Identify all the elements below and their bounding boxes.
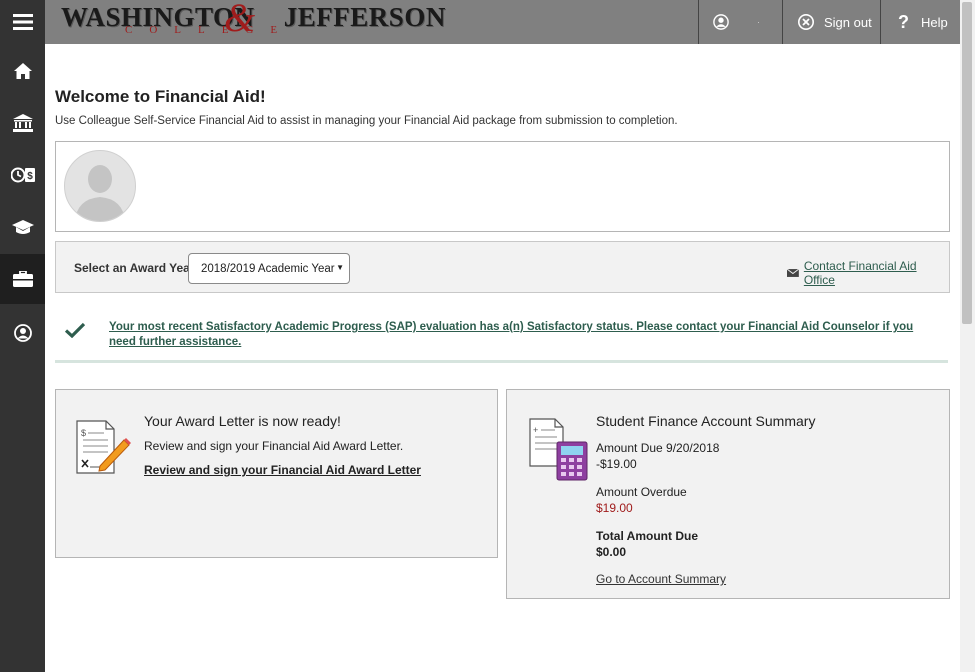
award-year-selected: 2018/2019 Academic Year [201,263,335,275]
sidebar-item-home[interactable] [0,46,45,96]
award-letter-link[interactable]: Review and sign your Financial Aid Award… [144,463,421,477]
amount-overdue-label: Amount Overdue [596,485,687,499]
svg-text:+: + [533,425,538,435]
hamburger-icon [12,14,33,30]
user-name: · [757,17,760,27]
sidebar-item-employment[interactable] [0,254,45,304]
divider [880,0,881,44]
award-year-bar: Select an Award Year: 2018/2019 Academic… [55,241,950,293]
amount-due-value: -$19.00 [596,457,637,471]
help-button[interactable]: ? Help [898,0,948,44]
svg-text:$: $ [81,428,86,438]
scrollbar-thumb[interactable] [962,2,972,324]
total-due-label: Total Amount Due [596,529,698,543]
award-letter-title: Your Award Letter is now ready! [144,413,341,429]
divider [782,0,783,44]
avatar [64,150,136,222]
sidebar-item-profile[interactable] [0,308,45,358]
briefcase-icon [12,271,33,287]
award-letter-card: $ Your Award Letter is now ready! Review… [55,389,498,558]
bank-icon [12,114,33,132]
user-circle-icon [13,324,32,342]
account-summary-card: + Student Finance Account Summary Amount… [506,389,950,599]
award-letter-description: Review and sign your Financial Aid Award… [144,439,404,453]
question-icon: ? [898,11,909,32]
divider [698,0,699,44]
contact-financial-aid-link[interactable]: Contact Financial Aid Office [804,259,949,287]
contact-office: Contact Financial Aid Office [787,259,949,287]
user-circle-icon [713,14,729,30]
graduation-cap-icon [11,220,34,234]
svg-text:$: $ [27,171,33,182]
award-year-label: Select an Award Year: [74,261,199,275]
logo-college: COLLEGE [125,24,295,36]
help-label: Help [921,14,948,30]
hamburger-menu-button[interactable] [0,0,45,44]
award-letter-icon: $ [76,420,131,474]
sidebar-item-academics[interactable] [0,202,45,252]
page-title: Welcome to Financial Aid! [55,87,266,106]
top-bar: WASHINGTON JEFFERSON & COLLEGE · Sign ou… [45,0,960,44]
total-due-value: $0.00 [596,545,627,559]
account-summary-title: Student Finance Account Summary [596,413,816,429]
amount-due-label: Amount Due 9/20/2018 [596,441,720,455]
sign-out-label: Sign out [824,14,872,30]
checkmark-icon [65,322,85,338]
sap-status-banner: Your most recent Satisfactory Academic P… [55,310,948,363]
page-subtitle: Use Colleague Self-Service Financial Aid… [55,115,678,127]
envelope-icon [787,269,799,277]
finance-document-calculator-icon: + [529,418,588,481]
dropdown-arrow-icon: ▼ [336,263,344,272]
sap-status-link[interactable]: Your most recent Satisfactory Academic P… [109,320,929,349]
sidebar-item-financial-aid[interactable]: $ [0,150,45,200]
amount-overdue-value: $19.00 [596,501,633,515]
close-circle-icon [798,14,814,30]
sidebar-item-finance[interactable] [0,98,45,148]
sign-out-button[interactable]: Sign out [798,0,872,44]
profile-panel [55,141,950,232]
home-icon [13,63,32,79]
clock-dollar-icon: $ [10,167,35,183]
account-summary-link[interactable]: Go to Account Summary [596,572,726,586]
user-menu-button[interactable]: · [713,0,760,44]
sidebar: $ [0,0,45,672]
award-year-select[interactable]: 2018/2019 Academic Year ▼ [188,253,350,284]
person-silhouette-icon [75,165,125,221]
